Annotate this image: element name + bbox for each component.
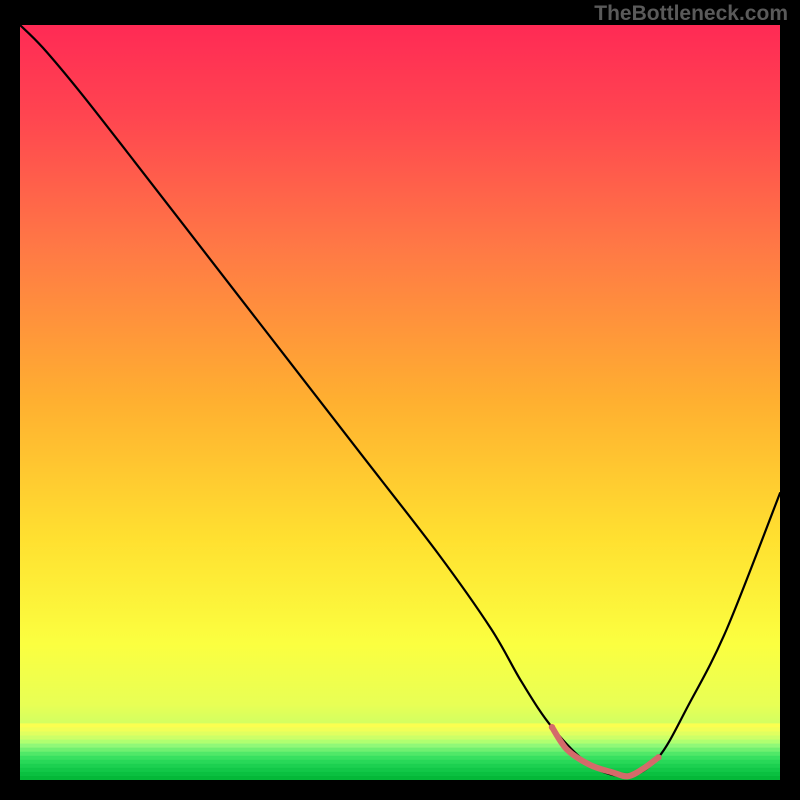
watermark: TheBottleneck.com — [594, 2, 788, 26]
plot-area — [20, 25, 780, 780]
chart-svg — [20, 25, 780, 780]
chart-container: TheBottleneck.com — [0, 0, 800, 800]
